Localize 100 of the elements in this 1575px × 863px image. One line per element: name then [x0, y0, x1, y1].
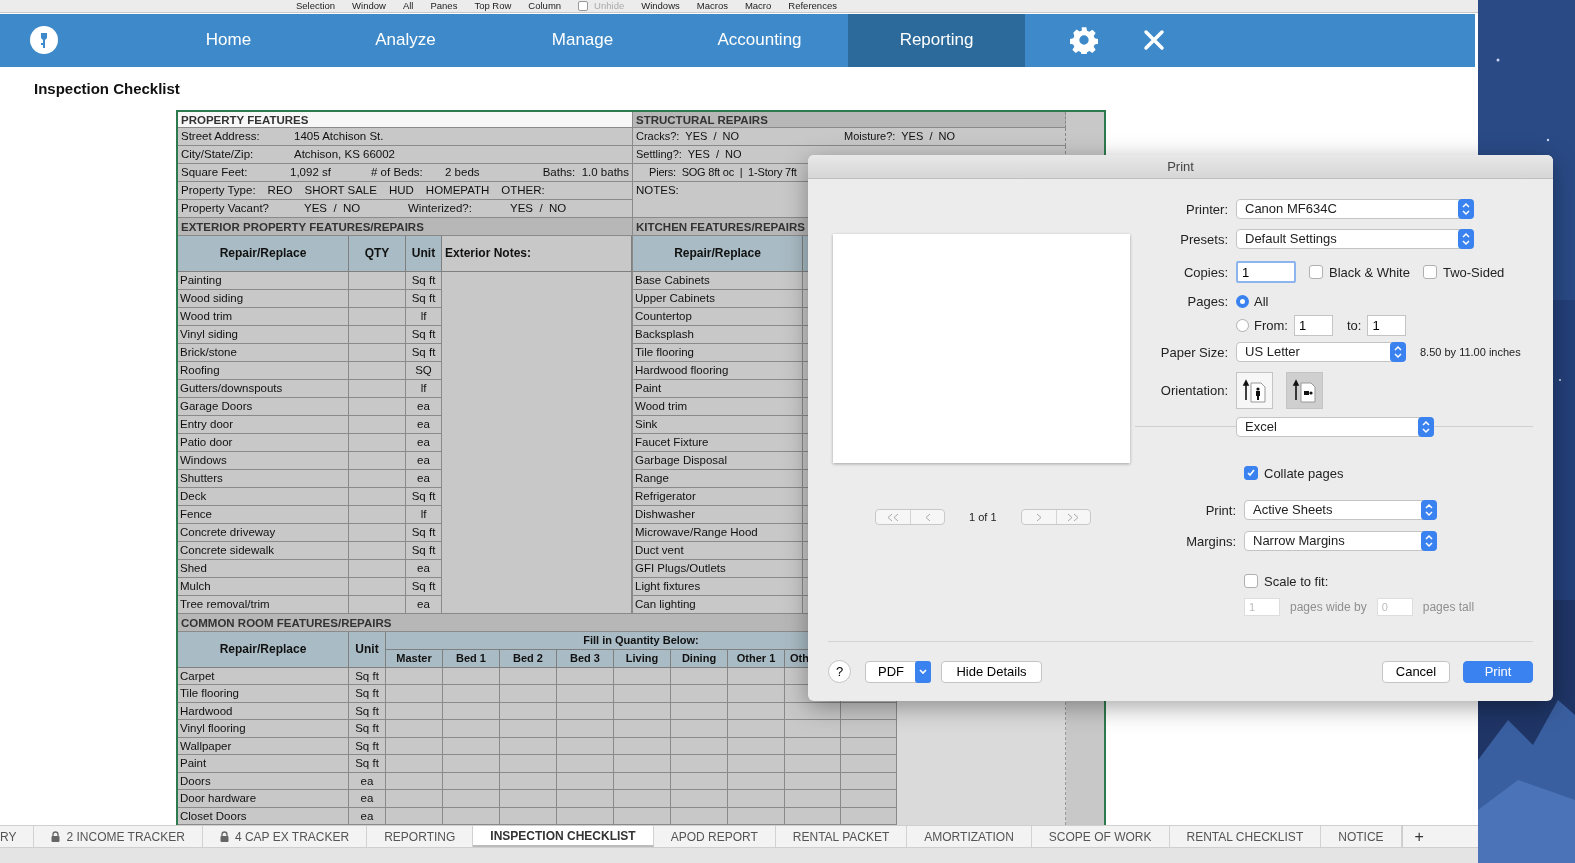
- cancel-button[interactable]: Cancel: [1382, 660, 1450, 683]
- table-cell: [386, 667, 443, 686]
- hide-details-button[interactable]: Hide Details: [941, 660, 1042, 683]
- logo-icon[interactable]: [30, 26, 58, 55]
- nav-tab[interactable]: Analyze: [317, 13, 494, 67]
- table-cell: ea: [349, 772, 386, 791]
- settings-icon[interactable]: [1070, 26, 1098, 55]
- table-cell: Sq ft: [349, 720, 386, 738]
- presets-dropdown[interactable]: Default Settings: [1236, 229, 1474, 249]
- table-cell: [557, 702, 614, 721]
- table-cell: [785, 790, 841, 808]
- ribbon-label[interactable]: Column: [528, 0, 562, 12]
- field-text: Baths: 1.0 baths: [542, 166, 630, 179]
- ribbon-label[interactable]: All: [402, 0, 414, 12]
- stepper-icon: [1458, 199, 1474, 219]
- table-cell: Sq ft: [406, 325, 442, 344]
- table-cell: [557, 755, 614, 773]
- checkbox[interactable]: [1244, 466, 1258, 480]
- field-text: Moisture?: YES / NO: [844, 130, 956, 143]
- table-cell: [500, 685, 557, 703]
- table-cell: SQ: [406, 361, 442, 380]
- table-cell: [671, 790, 728, 808]
- field-text: REO: [267, 184, 293, 197]
- help-button[interactable]: ?: [828, 660, 851, 683]
- checkbox[interactable]: [1309, 265, 1323, 279]
- field-text: 2 beds: [445, 166, 480, 179]
- table-cell: Backsplash: [633, 325, 803, 344]
- printer-dropdown[interactable]: Canon MF634C: [1236, 199, 1474, 219]
- pdf-button[interactable]: PDF: [865, 660, 931, 683]
- field-label: Orientation:: [1159, 383, 1228, 398]
- table-cell: Deck: [178, 487, 349, 506]
- table-cell: ea: [406, 595, 442, 614]
- paper-size-dropdown[interactable]: US Letter: [1236, 342, 1406, 362]
- copies-field[interactable]: 1: [1236, 261, 1296, 283]
- close-icon[interactable]: [1143, 29, 1165, 52]
- checkbox[interactable]: [1422, 265, 1437, 279]
- radio-button[interactable]: [1236, 294, 1249, 308]
- table-cell: Duct vent: [633, 541, 803, 560]
- ribbon-label[interactable]: Selection: [296, 0, 336, 12]
- table-cell: Sq ft: [406, 577, 442, 596]
- field-text: SHORT SALE: [304, 184, 377, 197]
- margins-dropdown[interactable]: Narrow Margins: [1244, 531, 1437, 551]
- table-cell: [557, 667, 614, 686]
- table-cell: Painting: [178, 271, 349, 290]
- table-cell: Carpet: [178, 667, 349, 686]
- table-cell: [443, 755, 500, 773]
- table-cell: [349, 397, 406, 416]
- print-button[interactable]: Print: [1463, 660, 1533, 683]
- field-text: YES / NO: [304, 202, 362, 215]
- table-cell: [349, 487, 406, 506]
- from-page-field[interactable]: 1: [1293, 315, 1333, 336]
- ribbon-label[interactable]: Top Row: [474, 0, 512, 12]
- table-cell: Gutters/downspouts: [178, 379, 349, 398]
- section-dropdown[interactable]: Excel: [1236, 417, 1434, 437]
- checkbox[interactable]: [1244, 574, 1258, 588]
- table-cell: [500, 790, 557, 808]
- table-cell: [349, 433, 406, 452]
- print-dropdown[interactable]: Active Sheets: [1244, 500, 1437, 520]
- field-text: # of Beds:: [371, 166, 424, 179]
- radio-button[interactable]: [1236, 319, 1249, 332]
- ribbon-label[interactable]: Window: [352, 0, 386, 12]
- column-header: Unit: [349, 631, 386, 668]
- table-cell: Sq ft: [406, 271, 442, 290]
- nav-tab[interactable]: Home: [140, 13, 317, 67]
- table-cell: Concrete sidewalk: [178, 541, 349, 560]
- double-chevron-icon: [886, 512, 900, 522]
- field-text: Settling?: YES / NO: [636, 148, 743, 161]
- nav-tab[interactable]: Reporting: [848, 13, 1025, 67]
- table-cell: [671, 772, 728, 791]
- landscape-button[interactable]: [1286, 372, 1323, 409]
- ribbon-label[interactable]: Panes: [430, 0, 458, 12]
- field-text: Winterized?:: [408, 202, 473, 215]
- portrait-button[interactable]: [1236, 372, 1273, 409]
- table-cell: [386, 790, 443, 808]
- table-cell: [614, 755, 671, 773]
- ribbon-label[interactable]: Macro: [744, 0, 772, 12]
- ribbon-label[interactable]: References: [788, 0, 837, 12]
- table-cell: lf: [406, 379, 442, 398]
- sheet-tab[interactable]: INSPECTION CHECKLIST: [473, 826, 654, 848]
- field-text: Street Address:: [181, 130, 261, 143]
- nav-tab[interactable]: Accounting: [671, 13, 848, 67]
- stepper-icon: [1418, 417, 1434, 437]
- table-cell: [349, 541, 406, 560]
- table-cell: Refrigerator: [633, 487, 803, 506]
- table-cell: [557, 685, 614, 703]
- chevron-icon: [923, 512, 932, 522]
- field-label: pages wide by: [1290, 600, 1367, 614]
- table-cell: lf: [406, 307, 442, 326]
- ribbon-label[interactable]: Windows: [641, 0, 680, 12]
- table-cell: Entry door: [178, 415, 349, 434]
- table-cell: [443, 790, 500, 808]
- stepper-icon: [1390, 342, 1406, 362]
- stepper-icon: [1458, 229, 1474, 249]
- table-cell: Sq ft: [349, 685, 386, 703]
- table-cell: [349, 505, 406, 524]
- table-cell: Brick/stone: [178, 343, 349, 362]
- table-cell: Dishwasher: [633, 505, 803, 524]
- nav-tab[interactable]: Manage: [494, 13, 671, 67]
- ribbon-label[interactable]: Macros: [696, 0, 728, 12]
- to-page-field[interactable]: 1: [1367, 315, 1407, 336]
